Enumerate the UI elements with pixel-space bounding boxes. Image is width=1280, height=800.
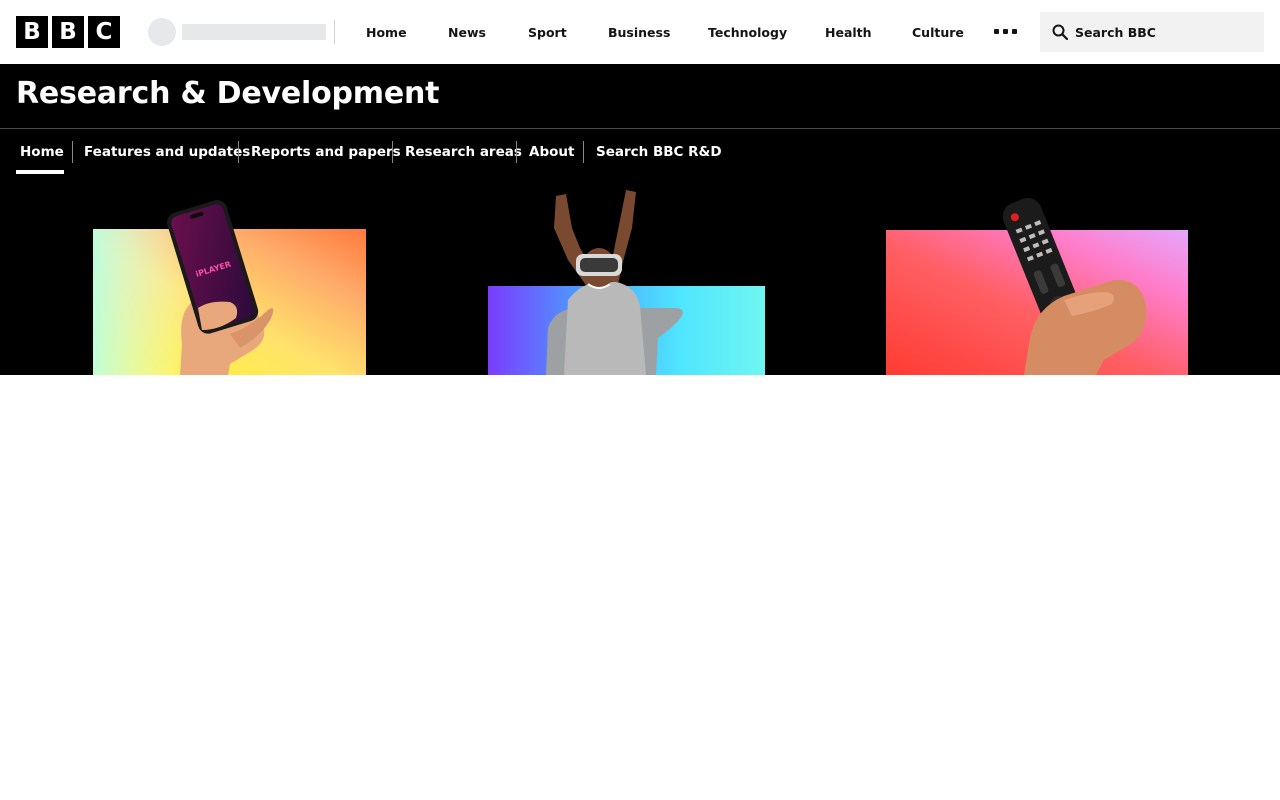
phone-illustration: iPLAYER <box>93 200 366 375</box>
promo-remote-image[interactable] <box>874 188 1194 375</box>
active-tab-indicator <box>16 170 64 174</box>
sub-nav-features-and-updates[interactable]: Features and updates <box>84 129 250 175</box>
more-menu-button[interactable] <box>994 29 1017 34</box>
search-bbc-input[interactable]: Search BBC <box>1040 12 1264 52</box>
vr-illustration <box>488 190 765 375</box>
global-nav-business[interactable]: Business <box>608 0 670 64</box>
promo-phone-image[interactable]: iPLAYER <box>80 184 380 375</box>
sub-nav-separator <box>516 141 517 163</box>
global-nav-news[interactable]: News <box>448 0 486 64</box>
account-divider <box>334 20 335 44</box>
rd-sub-nav: Home Features and updates Reports and pa… <box>0 129 1280 177</box>
sub-nav-research-areas[interactable]: Research areas <box>405 129 522 175</box>
sub-nav-separator <box>238 141 239 163</box>
account-placeholder[interactable] <box>148 18 334 46</box>
global-header: B B C Home News Sport Business Technolog… <box>0 0 1280 64</box>
remote-illustration <box>886 197 1188 375</box>
global-nav-technology[interactable]: Technology <box>708 0 787 64</box>
rd-masthead: Research & Development Home Features and… <box>0 64 1280 375</box>
search-placeholder: Search BBC <box>1075 24 1156 40</box>
bbc-logo[interactable]: B B C <box>16 16 120 48</box>
page-title[interactable]: Research & Development <box>16 76 440 111</box>
avatar <box>148 18 176 46</box>
bbc-logo-letter: C <box>88 16 120 48</box>
sub-nav-separator <box>72 141 73 163</box>
sub-nav-search-bbc-rd[interactable]: Search BBC R&D <box>596 129 722 175</box>
sub-nav-separator <box>392 141 393 163</box>
bbc-logo-letter: B <box>52 16 84 48</box>
promo-vr-image[interactable] <box>476 188 776 375</box>
global-nav-sport[interactable]: Sport <box>528 0 567 64</box>
account-name-placeholder <box>182 24 326 40</box>
global-nav-home[interactable]: Home <box>366 0 407 64</box>
search-icon <box>1052 24 1068 40</box>
ellipsis-icon <box>994 29 999 34</box>
global-nav-health[interactable]: Health <box>825 0 872 64</box>
global-nav-culture[interactable]: Culture <box>912 0 964 64</box>
sub-nav-about[interactable]: About <box>529 129 574 175</box>
sub-nav-reports-and-papers[interactable]: Reports and papers <box>251 129 401 175</box>
bbc-logo-letter: B <box>16 16 48 48</box>
sub-nav-home[interactable]: Home <box>20 129 64 175</box>
sub-nav-separator <box>583 141 584 163</box>
